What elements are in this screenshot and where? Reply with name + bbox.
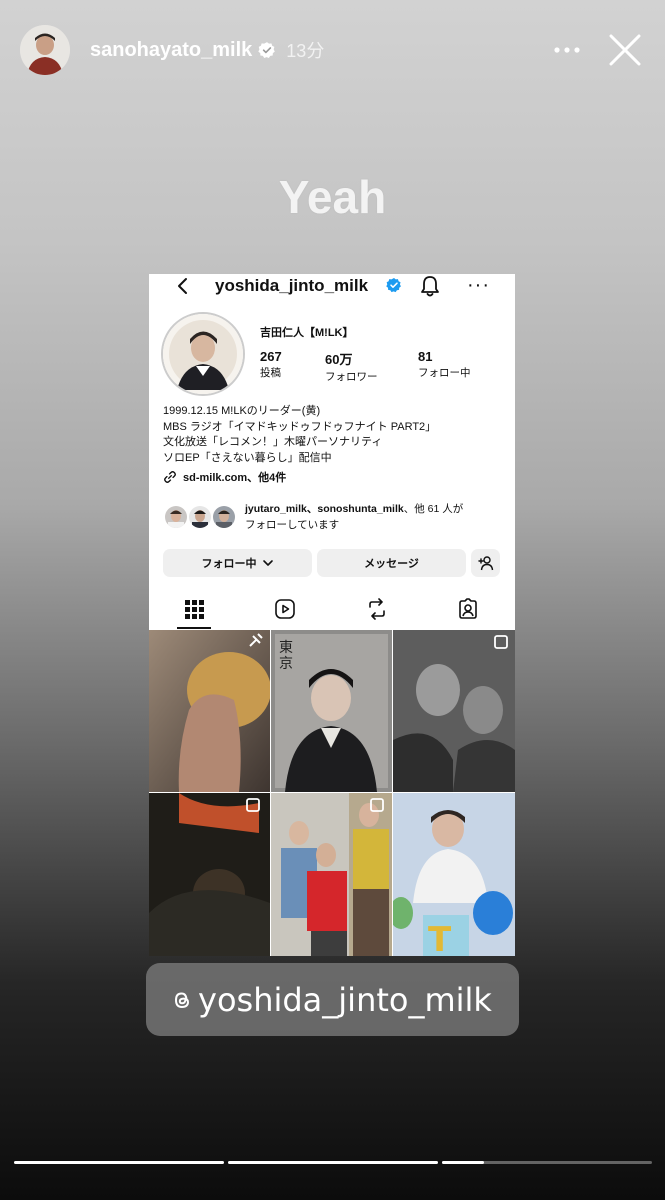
story-caption: Yeah [278,171,387,223]
stat-following[interactable]: 81 フォロー中 [418,349,471,380]
link-icon [164,471,176,483]
stat-followers[interactable]: 60万 フォロワー [325,349,378,384]
profile-top-bar: yoshida_jinto_milk ··· [149,274,515,298]
story-progress-segment [442,1161,652,1164]
followed-by-line2: フォローしています [245,518,340,531]
add-person-button[interactable] [471,549,500,577]
following-button-label: フォロー中 [201,558,257,570]
add-person-icon [477,556,493,571]
followed-by-names: jyutaro_milk、sonoshunta_milk [245,503,404,515]
followed-by-row[interactable]: jyutaro_milk、sonoshunta_milk、他 61 人が フォロ… [163,502,503,532]
message-button-label: メッセージ [364,558,419,570]
avatar[interactable] [20,25,70,75]
chevron-left-icon[interactable] [173,276,193,296]
stat-posts: 267 投稿 [260,349,282,380]
profile-link-text: sd-milk.com、他4件 [183,472,287,484]
bio-line: 1999.12.15 M!LKのリーダー(黄) [163,405,321,417]
story-progress-segment [228,1161,438,1164]
profile-tabs [149,589,515,629]
message-button[interactable]: メッセージ [317,549,466,577]
mention-sticker[interactable]: yoshida_jinto_milk [146,963,519,1036]
stat-followers-count: 60万 [325,352,353,367]
profile-avatar [161,312,245,396]
story-header: sanohayato_milk 13分 [20,22,647,78]
profile-display-name: 吉田仁人【M!LK】 [260,327,354,339]
bell-icon[interactable] [419,274,441,298]
svg-text:東: 東 [279,640,293,656]
profile-screenshot: yoshida_jinto_milk ··· 吉田仁人【M!LK】 267 投稿… [149,274,515,956]
stat-posts-count: 267 [260,349,282,364]
stat-following-count: 81 [418,349,433,364]
reels-icon[interactable] [273,597,297,621]
more-dots-icon[interactable] [545,28,589,72]
post-thumbnail[interactable] [393,630,515,792]
bio-line: ソロEP「さえない暮らし」配信中 [163,451,332,464]
avatar [187,504,213,530]
following-button[interactable]: フォロー中 [163,549,312,577]
bio-line: MBS ラジオ「イマドキッドゥフドゥフナイト PART2」 [163,420,437,433]
story-username[interactable]: sanohayato_milk [90,39,252,62]
verified-badge-icon [386,278,401,293]
verified-badge-icon [258,42,276,59]
post-thumbnail[interactable] [149,793,270,956]
active-tab-indicator [177,627,211,629]
post-thumbnail[interactable] [271,793,392,956]
story-timestamp: 13分 [286,41,325,61]
post-thumbnail[interactable]: T [393,793,515,956]
post-thumbnail[interactable]: 東 京 [271,630,392,792]
followed-by-text: jyutaro_milk、sonoshunta_milk、他 61 人が フォロ… [245,502,503,533]
profile-bio: 1999.12.15 M!LKのリーダー(黄) MBS ラジオ「イマドキッドゥフ… [163,404,503,466]
threads-icon [174,991,190,1008]
stat-posts-label: 投稿 [260,367,281,379]
stat-followers-label: フォロワー [325,371,378,383]
grid-icon[interactable] [182,597,206,621]
followed-by-rest: 、他 61 人が [403,503,464,515]
chevron-down-icon [262,560,273,566]
svg-text:T: T [428,920,452,956]
mention-username: yoshida_jinto_milk [198,980,492,1019]
close-icon[interactable] [603,28,647,72]
repost-icon[interactable] [365,597,389,621]
profile-username: yoshida_jinto_milk [215,276,369,295]
tagged-icon[interactable] [456,597,480,621]
more-dots-icon[interactable]: ··· [467,274,490,297]
story-progress-fill [442,1161,484,1164]
bio-line: 文化放送「レコメン！」木曜パーソナリティ [163,436,383,449]
avatar [211,504,237,530]
post-thumbnail[interactable] [149,630,270,792]
story-progress-segment [14,1161,224,1164]
posts-grid: 東 京 T [149,630,515,956]
stat-following-label: フォロー中 [418,367,471,379]
svg-text:京: 京 [279,656,293,672]
avatar [163,504,189,530]
profile-link[interactable]: sd-milk.com、他4件 [163,469,286,485]
